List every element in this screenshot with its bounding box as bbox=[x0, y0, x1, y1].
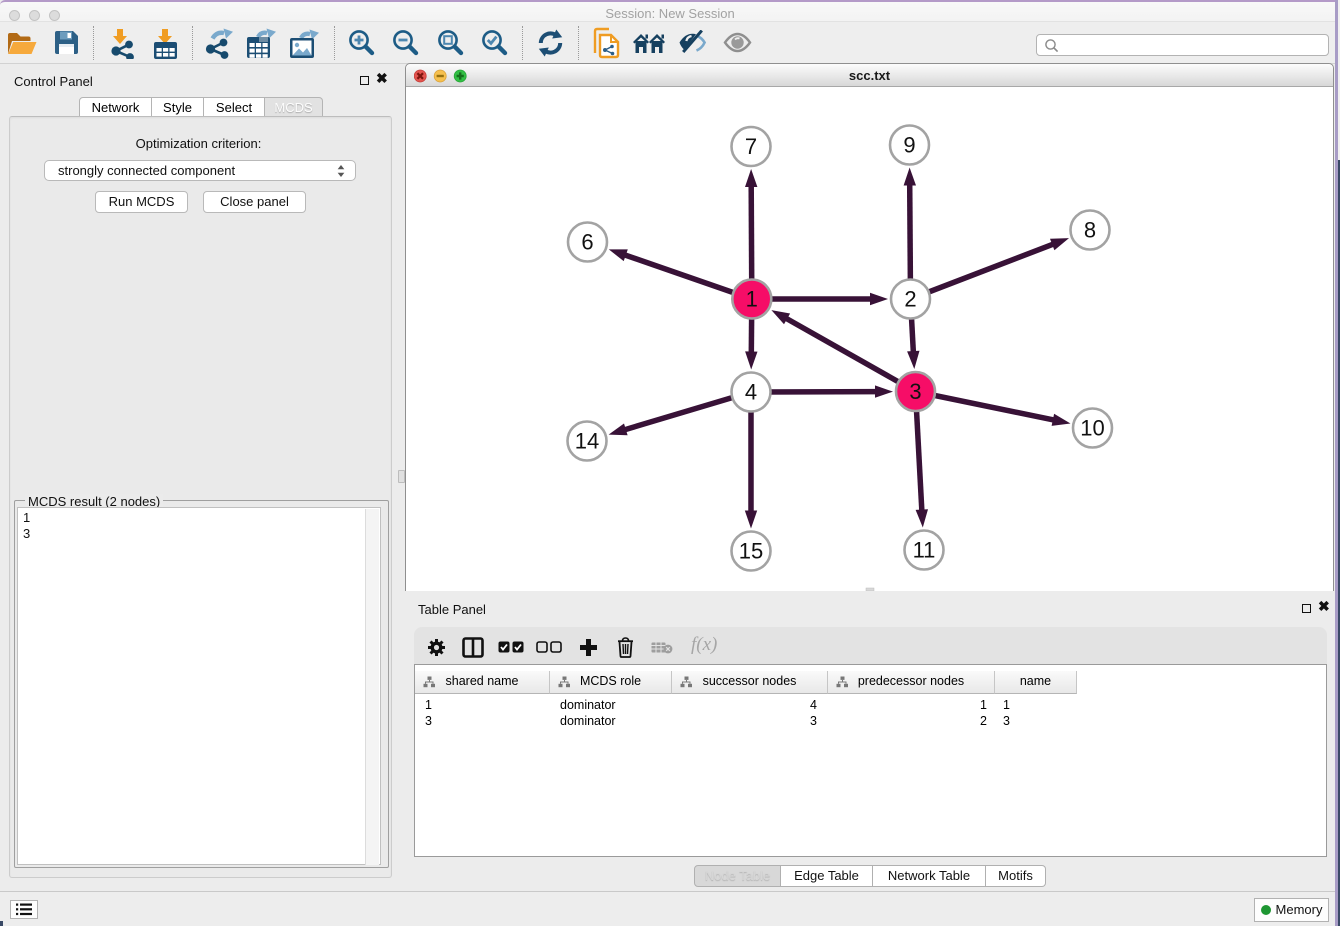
svg-text:6: 6 bbox=[581, 230, 593, 255]
svg-text:1: 1 bbox=[746, 287, 758, 312]
svg-text:4: 4 bbox=[745, 380, 757, 405]
svg-text:3: 3 bbox=[909, 379, 921, 404]
svg-text:14: 14 bbox=[575, 429, 599, 454]
svg-text:2: 2 bbox=[904, 287, 916, 312]
svg-text:8: 8 bbox=[1084, 218, 1096, 243]
svg-text:10: 10 bbox=[1080, 416, 1104, 441]
svg-text:7: 7 bbox=[745, 134, 757, 159]
svg-text:9: 9 bbox=[903, 133, 915, 158]
svg-text:15: 15 bbox=[739, 539, 763, 564]
svg-text:11: 11 bbox=[913, 538, 936, 563]
